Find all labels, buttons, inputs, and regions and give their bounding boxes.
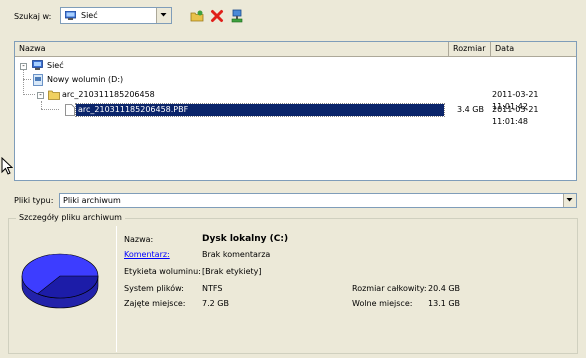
details-divider (116, 226, 574, 352)
delete-icon[interactable] (210, 9, 224, 23)
chevron-down-icon[interactable] (156, 8, 171, 23)
disk-usage-pie-chart (21, 253, 99, 309)
archive-details-legend: Szczegóły pliku archiwum (16, 213, 125, 222)
collapse-icon[interactable]: - (20, 63, 27, 70)
used-space-label: Zajęte miejsce: (124, 299, 186, 308)
filetype-dropdown[interactable]: Pliki archiwum (59, 193, 577, 208)
collapse-icon[interactable]: - (37, 92, 44, 99)
volume-label: Etykieta woluminu: (124, 267, 201, 276)
free-space-value: 13.1 GB (428, 299, 461, 308)
map-network-drive-icon[interactable] (230, 9, 244, 23)
file-list[interactable]: Nazwa Rozmiar Data - Sieć Nowy wolumin (… (14, 41, 577, 181)
volume-value: [Brak etykiety] (202, 267, 262, 276)
name-label: Nazwa: (124, 235, 154, 244)
folder-icon (48, 90, 60, 100)
column-header-size[interactable]: Rozmiar (449, 42, 491, 56)
chevron-down-icon[interactable] (563, 194, 576, 207)
filesystem-value: NTFS (202, 284, 223, 293)
list-item[interactable]: - arc_210311185206458 2011-03-21 11:01:4… (15, 89, 576, 111)
used-space-value: 7.2 GB (202, 299, 229, 308)
item-name: Nowy wolumin (D:) (47, 75, 124, 84)
free-space-label: Wolne miejsce: (352, 299, 413, 308)
item-size: 3.4 GB (457, 105, 484, 114)
item-name: arc_210311185206458.PBF (75, 103, 445, 117)
comment-link[interactable]: Komentarz: (124, 250, 170, 259)
lookin-value: Sieć (81, 11, 98, 20)
network-icon (65, 11, 76, 20)
total-size-label: Rozmiar całkowity: (352, 284, 427, 293)
item-date: 2011-03-21 11:01:48 (492, 105, 539, 126)
filetype-value: Pliki archiwum (63, 196, 121, 205)
name-value: Dysk lokalny (C:) (202, 234, 289, 244)
new-folder-icon[interactable] (190, 9, 204, 23)
list-item[interactable]: arc_210311185206458.PBF 3.4 GB 2011-03-2… (15, 103, 576, 126)
column-header-name[interactable]: Nazwa (15, 42, 449, 56)
comment-value: Brak komentarza (202, 250, 271, 259)
network-icon (32, 60, 43, 70)
item-name: arc_210311185206458 (62, 90, 155, 99)
list-item[interactable]: - Sieć (15, 60, 576, 72)
mouse-cursor-icon (1, 157, 13, 175)
filetype-label: Pliki typu: (14, 196, 54, 205)
list-item[interactable]: Nowy wolumin (D:) (15, 74, 576, 86)
lookin-dropdown[interactable]: Sieć (60, 7, 172, 24)
column-header-date[interactable]: Data (491, 42, 576, 56)
item-name: Sieć (47, 61, 64, 70)
list-header: Nazwa Rozmiar Data (15, 42, 576, 57)
archive-file-icon (65, 104, 75, 116)
drive-icon (33, 74, 43, 86)
filesystem-label: System plików: (124, 284, 184, 293)
total-size-value: 20.4 GB (428, 284, 461, 293)
lookin-label: Szukaj w: (14, 12, 52, 21)
